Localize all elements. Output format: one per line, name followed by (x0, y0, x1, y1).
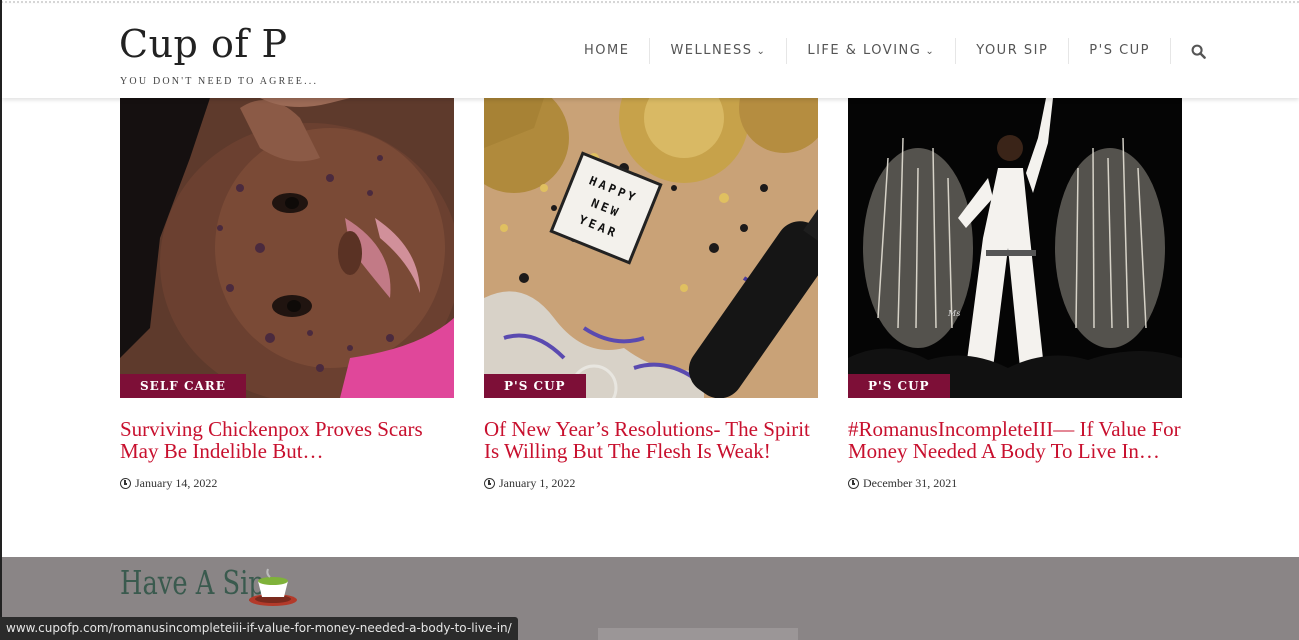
status-bar-url: www.cupofp.com/romanusincompleteiii-if-v… (0, 617, 518, 640)
site-header: Cup of P YOU DON'T NEED TO AGREE... HOME… (2, 4, 1299, 98)
post-title-link[interactable]: #RomanusIncompleteIII— If Value For Mone… (848, 418, 1182, 462)
post-date: December 31, 2021 (848, 476, 1182, 491)
nav-ps-cup[interactable]: P'S CUP (1069, 38, 1172, 64)
chevron-down-icon: ⌄ (925, 46, 936, 57)
post-image-performer: Ms (848, 98, 1182, 398)
nav-life-loving[interactable]: LIFE & LOVING ⌄ (787, 38, 957, 64)
post-date: January 14, 2022 (120, 476, 454, 491)
clock-icon (120, 478, 131, 489)
post-date-text: January 1, 2022 (499, 476, 576, 490)
chevron-down-icon: ⌄ (756, 46, 767, 57)
post-thumbnail[interactable]: Ms P'S CUP (848, 98, 1182, 398)
tea-cup-icon (249, 568, 297, 606)
post-thumbnail[interactable]: SELF CARE (120, 98, 454, 398)
category-badge[interactable]: P'S CUP (484, 374, 586, 398)
nav-your-sip[interactable]: YOUR SIP (956, 38, 1070, 64)
post-title-link[interactable]: Surviving Chickenpox Proves Scars May Be… (120, 418, 454, 462)
post-card: SELF CARE Surviving Chickenpox Proves Sc… (120, 98, 454, 491)
site-logo[interactable]: Cup of P (119, 22, 288, 66)
category-badge[interactable]: P'S CUP (848, 374, 950, 398)
category-badge[interactable]: SELF CARE (120, 374, 246, 398)
nav-life-loving-label: LIFE & LOVING (807, 43, 922, 58)
section-title: Have A Sip (120, 563, 265, 602)
post-date-text: December 31, 2021 (863, 476, 958, 490)
post-card: Ms P'S CUP #RomanusIncompleteIII— If Val… (848, 98, 1182, 491)
clock-icon (484, 478, 495, 489)
post-title-link[interactable]: Of New Year’s Resolutions- The Spirit Is… (484, 418, 818, 462)
nav-home-label: HOME (584, 43, 630, 58)
nav-ps-cup-label: P'S CUP (1089, 43, 1151, 58)
main-nav: HOME WELLNESS ⌄ LIFE & LOVING ⌄ YOUR SIP P… (564, 34, 1206, 68)
post-grid: SELF CARE Surviving Chickenpox Proves Sc… (120, 98, 1182, 557)
content-placeholder (598, 628, 798, 640)
nav-your-sip-label: YOUR SIP (976, 43, 1049, 58)
site-tagline: YOU DON'T NEED TO AGREE... (120, 76, 319, 87)
search-icon (1191, 44, 1206, 59)
svg-text:Ms: Ms (947, 309, 960, 318)
post-image-new-year: HAPPY NEW YEAR (484, 98, 818, 398)
clock-icon (848, 478, 859, 489)
search-button[interactable] (1171, 38, 1206, 64)
post-date-text: January 14, 2022 (135, 476, 218, 490)
nav-wellness[interactable]: WELLNESS ⌄ (650, 38, 788, 64)
post-date: January 1, 2022 (484, 476, 818, 491)
post-image-chickenpox (120, 98, 454, 398)
nav-wellness-label: WELLNESS (670, 43, 753, 58)
post-card: HAPPY NEW YEAR P'S CUP Of New Year’s Res… (484, 98, 818, 491)
nav-home[interactable]: HOME (564, 38, 651, 64)
post-thumbnail[interactable]: HAPPY NEW YEAR P'S CUP (484, 98, 818, 398)
